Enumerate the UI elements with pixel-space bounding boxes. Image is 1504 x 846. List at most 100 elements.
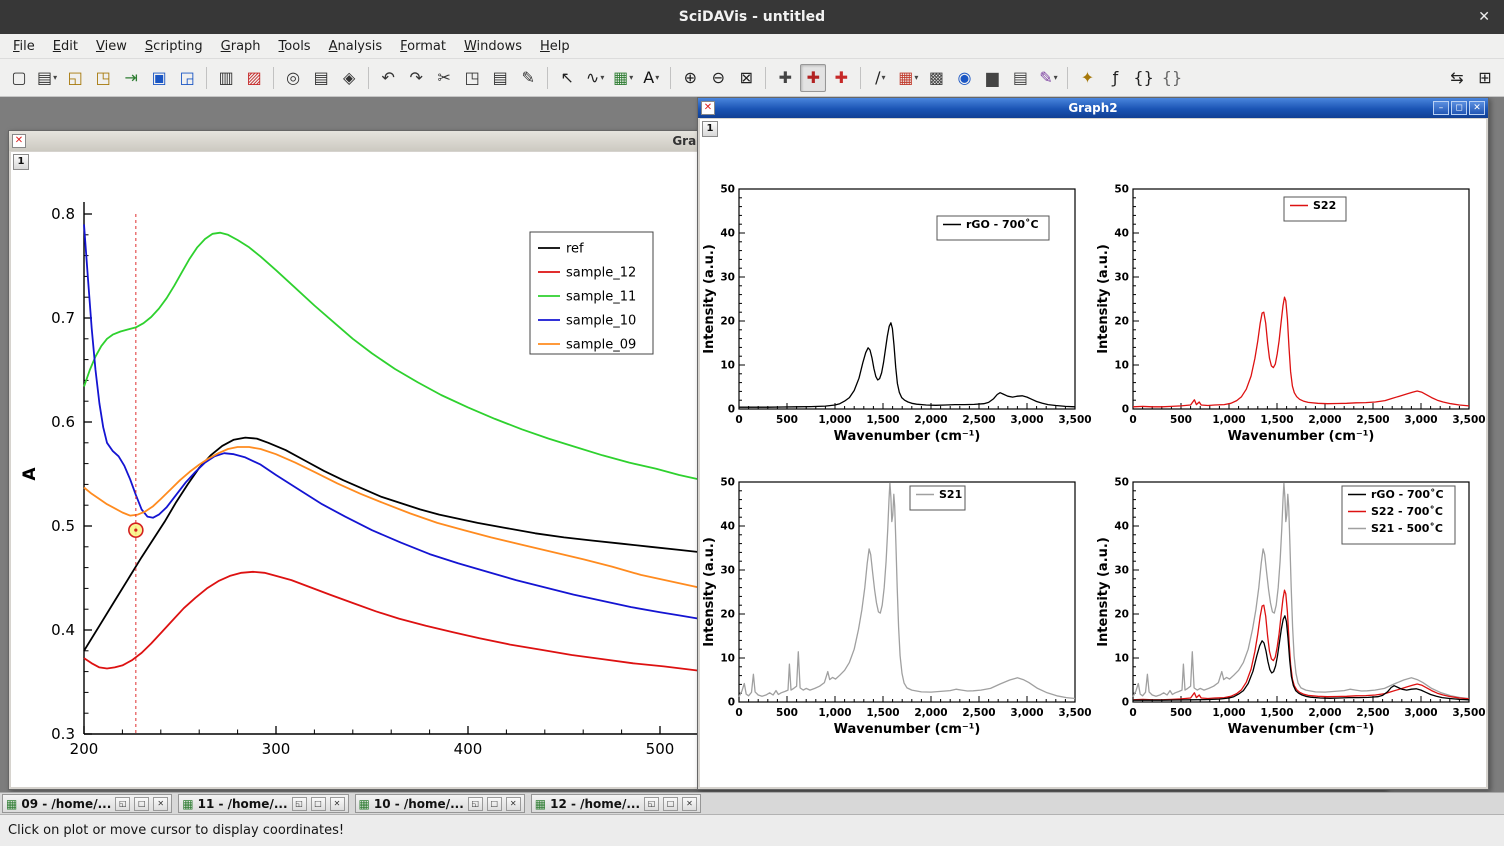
x-axis-title: Wavenumber (cm⁻¹) — [834, 722, 981, 737]
panel-legend[interactable]: rGO - 700˚C — [937, 216, 1049, 240]
add-column-button[interactable]: ⊞ — [1472, 64, 1498, 92]
app-close-button[interactable]: ✕ — [1478, 0, 1490, 34]
move-data-points-button[interactable]: ✚ — [772, 64, 798, 92]
tab-restore-button[interactable]: ◱ — [468, 797, 483, 811]
zoom-out-button[interactable]: ⊖ — [705, 64, 731, 92]
add-column-icon: ⊞ — [1478, 68, 1491, 87]
draw-line-button[interactable]: ∕▾ — [867, 64, 893, 92]
results-log-icon: ▤ — [314, 68, 329, 87]
graph2-window[interactable]: ✕ Graph2 – ◻ ✕ 1 05001,0001,5002,0002,50… — [697, 97, 1489, 790]
tab-close-button[interactable]: ✕ — [330, 797, 345, 811]
taskbar-tab-2[interactable]: ▦11 - /home/...◱□✕ — [178, 794, 348, 813]
svg-text:200: 200 — [70, 740, 99, 758]
graph1-legend[interactable]: refsample_12sample_11sample_10sample_09 — [530, 232, 653, 354]
graph2-title: Graph2 — [698, 101, 1488, 115]
graph2-titlebar[interactable]: ✕ Graph2 – ◻ ✕ — [698, 98, 1488, 118]
add-layer-button[interactable]: ▦▾ — [610, 64, 636, 92]
taskbar: ▦09 - /home/...◱□✕▦11 - /home/...◱□✕▦10 … — [0, 792, 1504, 814]
tab-maximize-button[interactable]: □ — [487, 797, 502, 811]
cut-button[interactable]: ✂ — [431, 64, 457, 92]
rescale-button[interactable]: ⊠ — [733, 64, 759, 92]
toolbar-separator — [765, 67, 766, 89]
tab-maximize-button[interactable]: □ — [663, 797, 678, 811]
pointer-button[interactable]: ↖ — [554, 64, 580, 92]
menu-tools[interactable]: Tools — [270, 34, 320, 59]
tab-close-button[interactable]: ✕ — [506, 797, 521, 811]
menu-edit[interactable]: Edit — [44, 34, 87, 59]
open-project-button[interactable]: ◱ — [62, 64, 88, 92]
menu-analysis[interactable]: Analysis — [320, 34, 392, 59]
menu-file[interactable]: File — [4, 34, 44, 59]
taskbar-tab-1[interactable]: ▦09 - /home/...◱□✕ — [2, 794, 172, 813]
zoom-in-button[interactable]: ⊕ — [677, 64, 703, 92]
tab-restore-button[interactable]: ◱ — [115, 797, 130, 811]
panel-legend[interactable]: S22 — [1284, 197, 1346, 221]
lock-toolbars-icon: ◈ — [343, 68, 355, 87]
close-button[interactable]: ✕ — [1469, 101, 1485, 115]
new-aspect-button[interactable]: ▤▾ — [34, 64, 60, 92]
svg-text:10: 10 — [1114, 360, 1129, 372]
graph1-plot-svg[interactable]: 0.30.40.50.60.70.8200300400500Arefsample… — [11, 152, 711, 787]
add-text-button[interactable]: A▾ — [638, 64, 664, 92]
results-log-button[interactable]: ▤ — [308, 64, 334, 92]
app-title: SciDAVis - untitled — [679, 9, 825, 25]
svg-text:40: 40 — [1114, 228, 1129, 240]
menu-view[interactable]: View — [87, 34, 136, 59]
panel-legend[interactable]: rGO - 700˚CS22 - 700˚CS21 - 500˚C — [1342, 486, 1455, 544]
plot-wizard-button[interactable]: ✦ — [1074, 64, 1100, 92]
new-project-button[interactable]: ▢ — [6, 64, 32, 92]
tab-maximize-button[interactable]: □ — [311, 797, 326, 811]
graph2-plot-svg[interactable]: 05001,0001,5002,0002,5003,0003,500010203… — [700, 119, 1486, 787]
curve-style-button[interactable]: ✎▾ — [1035, 64, 1061, 92]
taskbar-tab-3[interactable]: ▦10 - /home/...◱□✕ — [355, 794, 525, 813]
open-template-button[interactable]: ◳ — [90, 64, 116, 92]
plot-matrix-button[interactable]: ▤ — [1007, 64, 1033, 92]
menu-format[interactable]: Format — [391, 34, 455, 59]
print-button[interactable]: ▥ — [213, 64, 239, 92]
copy-button[interactable]: ◳ — [459, 64, 485, 92]
save-project-button[interactable]: ▣ — [146, 64, 172, 92]
y-axis-title: Intensity (a.u.) — [702, 537, 717, 647]
svg-text:0.6: 0.6 — [51, 413, 75, 431]
app-titlebar[interactable]: SciDAVis - untitled ✕ — [0, 0, 1504, 34]
duplicate-table-button[interactable]: ⇆ — [1444, 64, 1470, 92]
image-plot-button[interactable]: ▩ — [923, 64, 949, 92]
panel-legend[interactable]: S21 — [910, 486, 965, 510]
screen-reader-button[interactable]: ✚ — [828, 64, 854, 92]
graph2-content: 1 05001,0001,5002,0002,5003,0003,5000102… — [700, 119, 1486, 787]
menu-windows[interactable]: Windows — [455, 34, 531, 59]
tab-restore-button[interactable]: ◱ — [292, 797, 307, 811]
tab-close-button[interactable]: ✕ — [682, 797, 697, 811]
data-reader-button[interactable]: ✚ — [800, 64, 826, 92]
import-ascii-button[interactable]: ⇥ — [118, 64, 144, 92]
menu-graph[interactable]: Graph — [212, 34, 270, 59]
fit-function-button[interactable]: ƒ — [1102, 64, 1128, 92]
project-explorer-button[interactable]: ◎ — [280, 64, 306, 92]
restore-button[interactable]: ◻ — [1451, 101, 1467, 115]
color-map-button[interactable]: ▦▾ — [895, 64, 921, 92]
graph1-layer-button[interactable]: 1 — [13, 154, 29, 170]
script-window-button[interactable]: {} — [1130, 64, 1156, 92]
minimize-button[interactable]: – — [1433, 101, 1449, 115]
tab-restore-button[interactable]: ◱ — [644, 797, 659, 811]
menu-help[interactable]: Help — [531, 34, 579, 59]
redo-button[interactable]: ↷ — [403, 64, 429, 92]
svg-text:S21 - 500˚C: S21 - 500˚C — [1371, 522, 1443, 535]
paste-button[interactable]: ▤ — [487, 64, 513, 92]
evaluate-button[interactable]: {} — [1159, 64, 1185, 92]
save-template-button[interactable]: ◲ — [174, 64, 200, 92]
select-curve-button[interactable]: ∿▾ — [582, 64, 608, 92]
graph2-canvas[interactable]: 05001,0001,5002,0002,5003,0003,500010203… — [700, 119, 1486, 787]
menu-scripting[interactable]: Scripting — [136, 34, 212, 59]
export-pdf-button[interactable]: ▨ — [241, 64, 267, 92]
tab-maximize-button[interactable]: □ — [134, 797, 149, 811]
new-project-icon: ▢ — [11, 68, 26, 87]
tab-close-button[interactable]: ✕ — [153, 797, 168, 811]
taskbar-tab-4[interactable]: ▦12 - /home/...◱□✕ — [531, 794, 701, 813]
graph2-layer-button[interactable]: 1 — [702, 121, 718, 137]
histogram-button[interactable]: ▆ — [979, 64, 1005, 92]
plot-3d-button[interactable]: ◉ — [951, 64, 977, 92]
undo-button[interactable]: ↶ — [375, 64, 401, 92]
lock-toolbars-button[interactable]: ◈ — [336, 64, 362, 92]
notes-button[interactable]: ✎ — [515, 64, 541, 92]
